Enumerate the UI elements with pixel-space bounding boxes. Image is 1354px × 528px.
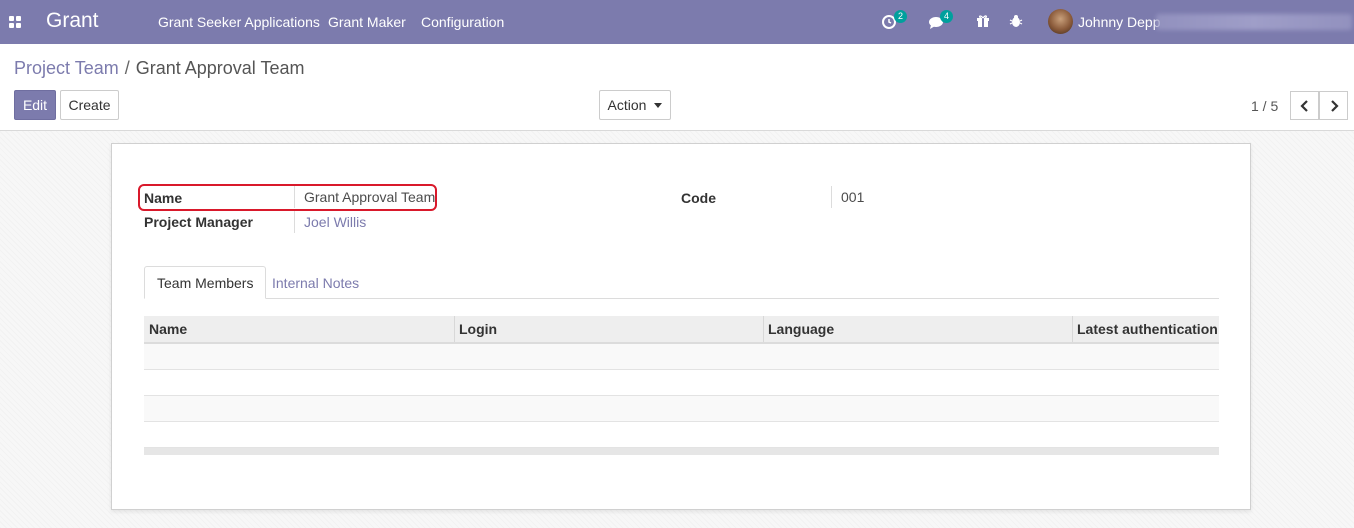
apps-grid-icon[interactable]	[9, 16, 21, 28]
column-header-language[interactable]: Language	[763, 316, 834, 342]
name-label: Name	[144, 190, 183, 206]
tab-internal-notes[interactable]: Internal Notes	[260, 266, 371, 299]
name-field: Grant Approval Team	[294, 186, 435, 208]
create-button[interactable]: Create	[60, 90, 119, 120]
column-header-latest-authentication[interactable]: Latest authentication	[1072, 316, 1218, 342]
menu-grant-maker[interactable]: Grant Maker	[328, 14, 406, 30]
table-row	[144, 370, 1219, 396]
form-sheet: Name Grant Approval Team Project Manager…	[111, 143, 1251, 510]
table-footer	[144, 448, 1219, 455]
breadcrumb-parent-link[interactable]: Project Team	[14, 58, 119, 78]
chevron-left-icon	[1299, 99, 1308, 112]
user-name[interactable]: Johnny Depp	[1078, 14, 1161, 30]
redacted-user-info	[1156, 14, 1352, 30]
menu-configuration[interactable]: Configuration	[421, 14, 504, 30]
project-manager-label: Project Manager	[144, 214, 253, 230]
table-row	[144, 396, 1219, 422]
breadcrumb-current: Grant Approval Team	[135, 58, 305, 78]
column-header-name[interactable]: Name	[144, 316, 187, 342]
notebook-tabs: Team Members Internal Notes	[144, 266, 1219, 299]
table-row	[144, 344, 1219, 370]
breadcrumb: Project Team / Grant Approval Team	[14, 58, 305, 79]
table-header: Name Login Language Latest authenticatio…	[144, 316, 1219, 344]
top-navbar: Grant Grant Seeker Applications Grant Ma…	[0, 0, 1354, 44]
table-row	[144, 422, 1219, 448]
user-avatar[interactable]	[1048, 9, 1073, 34]
code-field: 001	[831, 186, 864, 208]
project-manager-field-wrapper: Joel Willis	[294, 211, 366, 233]
menu-grant-seeker-applications[interactable]: Grant Seeker Applications	[158, 14, 320, 30]
gift-icon[interactable]	[976, 12, 994, 30]
caret-down-icon	[654, 102, 663, 108]
team-members-table: Name Login Language Latest authenticatio…	[144, 316, 1219, 455]
pager-next-button[interactable]	[1319, 91, 1348, 120]
pager-previous-button[interactable]	[1290, 91, 1319, 120]
control-panel: Project Team / Grant Approval Team Edit Cr…	[0, 44, 1354, 131]
tab-team-members[interactable]: Team Members	[144, 266, 267, 299]
project-manager-link[interactable]: Joel Willis	[304, 214, 366, 230]
messages-chat-icon[interactable]: 4	[928, 10, 953, 30]
debug-bug-icon[interactable]	[1009, 12, 1027, 30]
action-dropdown-button[interactable]: Action	[599, 90, 671, 120]
activity-count-badge: 2	[894, 10, 907, 23]
message-count-badge: 4	[940, 10, 953, 23]
form-view-background: Name Grant Approval Team Project Manager…	[0, 131, 1354, 528]
activity-clock-icon[interactable]: 2	[882, 10, 907, 30]
pager-value[interactable]: 1 / 5	[1251, 98, 1278, 114]
chevron-right-icon	[1330, 99, 1339, 112]
app-title: Grant	[46, 9, 99, 32]
code-label: Code	[681, 190, 716, 206]
column-header-login[interactable]: Login	[454, 316, 497, 342]
action-dropdown-label: Action	[607, 97, 647, 113]
edit-button[interactable]: Edit	[14, 90, 56, 120]
breadcrumb-separator: /	[124, 58, 130, 78]
